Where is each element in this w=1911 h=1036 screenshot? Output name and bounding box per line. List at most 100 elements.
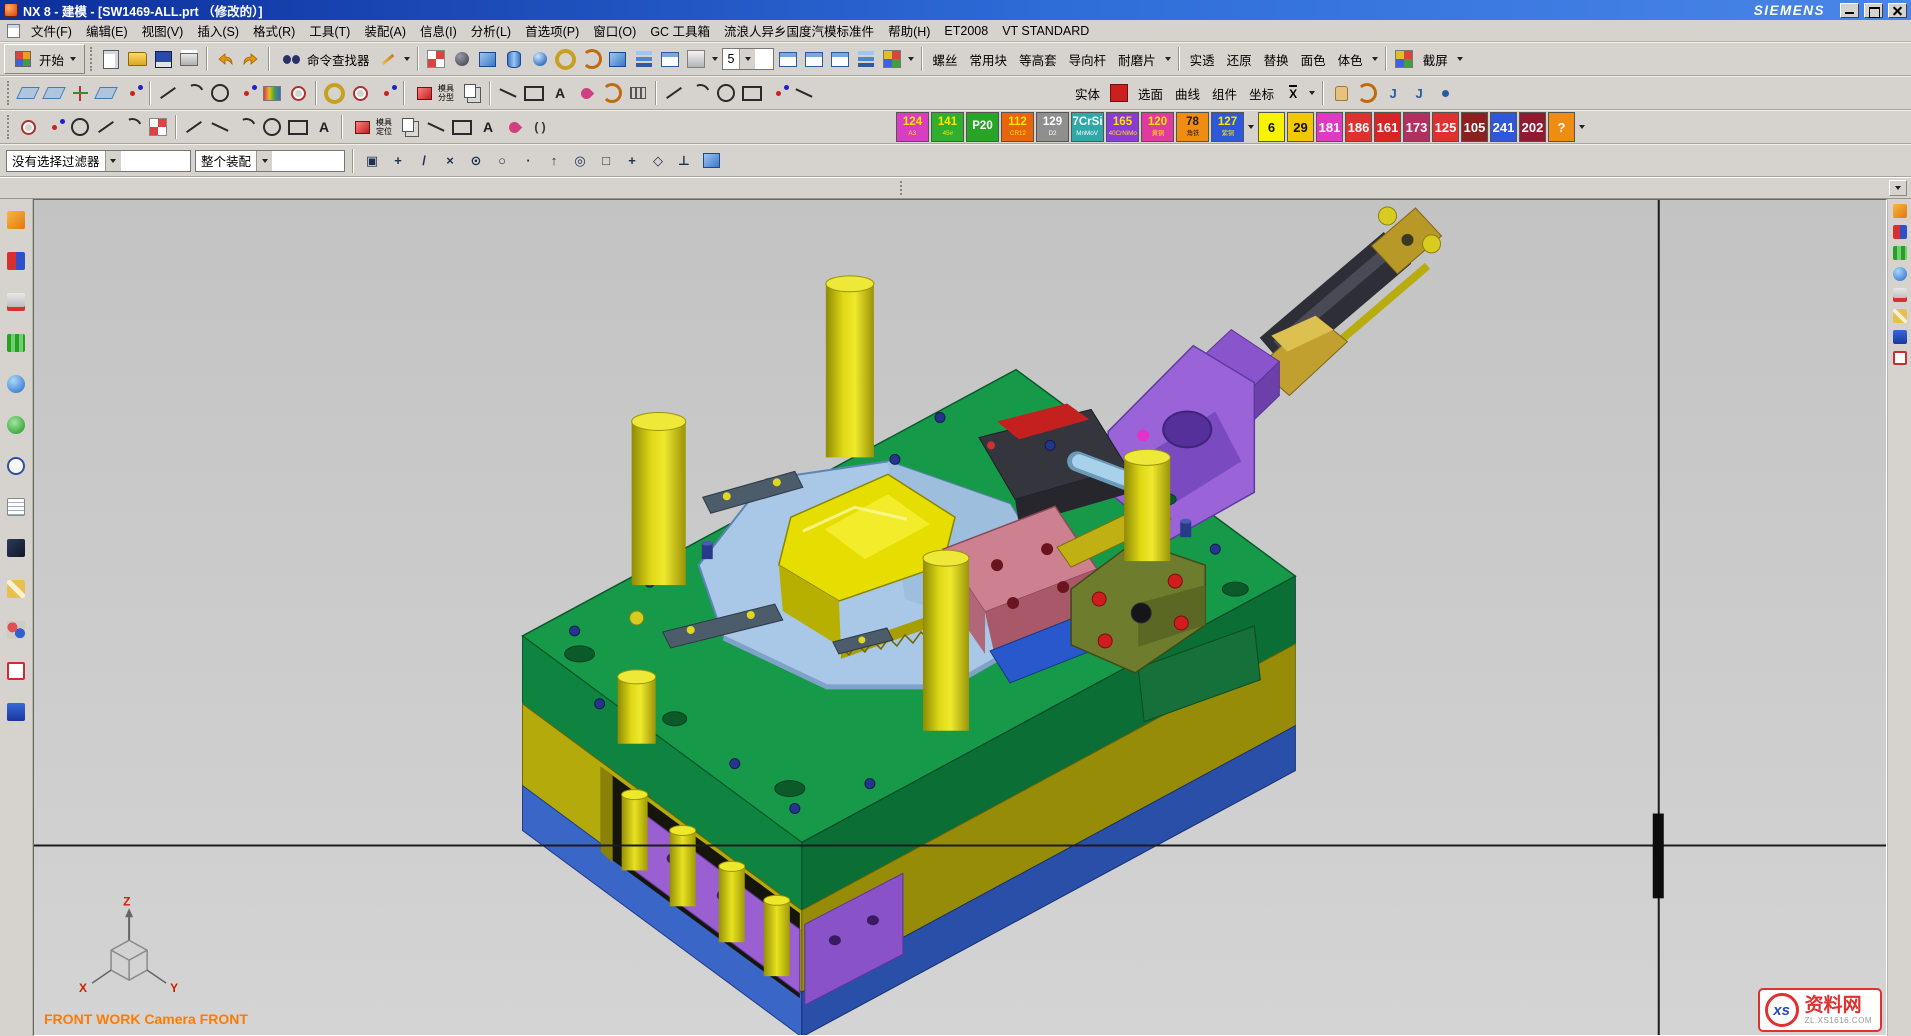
journal-edit-button[interactable]	[1407, 81, 1431, 105]
hd3d-tools-button[interactable]	[3, 369, 30, 399]
right-dock-assembly-icon[interactable]	[1893, 204, 1907, 218]
menu-item-file[interactable]: 文件(F)	[24, 19, 79, 42]
color-number-button-105[interactable]: 105	[1461, 112, 1488, 142]
chevron-down-icon[interactable]	[1579, 125, 1585, 129]
copy-object-button[interactable]	[398, 115, 422, 139]
menu-item-edit[interactable]: 编辑(E)	[79, 19, 135, 42]
color-number-button-125[interactable]: 125	[1432, 112, 1459, 142]
menu-item-analysis[interactable]: 分析(L)	[464, 19, 518, 42]
combo-dropdown-button[interactable]	[739, 49, 755, 69]
red-color-tile-button[interactable]	[1107, 81, 1131, 105]
assembly-navigator-button[interactable]	[3, 205, 30, 235]
viewport-3d-canvas[interactable]: Z X Y FRONT WORK Camera FRONT	[34, 200, 1886, 1035]
pattern-button[interactable]	[766, 81, 790, 105]
mold-parting-button[interactable]: 模具分型	[410, 80, 458, 106]
view-style-button[interactable]	[684, 47, 708, 71]
snap-existing-point-button[interactable]	[517, 150, 539, 172]
std-wear-plate-button[interactable]: 耐磨片	[1113, 47, 1161, 72]
color-number-button-6[interactable]: 6	[1258, 112, 1285, 142]
rectangle-tool-button[interactable]	[522, 81, 546, 105]
snap-face-button[interactable]	[595, 150, 617, 172]
chevron-down-icon[interactable]	[1248, 125, 1254, 129]
point-set-button[interactable]	[234, 81, 258, 105]
block-feature-button[interactable]	[476, 47, 500, 71]
menu-item-standard-parts[interactable]: 流浪人异乡国度汽模标准件	[717, 19, 881, 42]
point-button[interactable]	[120, 81, 144, 105]
display-grid-button[interactable]	[424, 47, 448, 71]
material-color-button-127[interactable]: 127紫铜	[1211, 112, 1244, 142]
grid-snap-button[interactable]	[146, 115, 170, 139]
curve-button[interactable]	[1355, 81, 1379, 105]
screenshot-button[interactable]: 截屏	[1418, 47, 1453, 72]
constraint-navigator-button[interactable]	[3, 246, 30, 276]
save-button[interactable]	[151, 47, 175, 71]
menu-item-insert[interactable]: 插入(S)	[190, 19, 246, 42]
combo-dropdown-button[interactable]	[105, 151, 121, 171]
chevron-down-icon[interactable]	[908, 57, 914, 61]
parentheses-button[interactable]	[528, 115, 552, 139]
snap-arc-center-button[interactable]	[465, 150, 487, 172]
right-dock-templates-icon[interactable]	[1893, 330, 1907, 344]
select-face-button[interactable]: 选面	[1133, 81, 1168, 106]
system-scenes-button[interactable]	[3, 615, 30, 645]
window-tile-button[interactable]	[802, 47, 826, 71]
select-curve-button[interactable]: 曲线	[1170, 81, 1205, 106]
chevron-down-icon[interactable]	[712, 57, 718, 61]
selection-scope-icon[interactable]	[699, 149, 723, 173]
datum-plane-button[interactable]	[16, 81, 40, 105]
color-palette-button[interactable]	[880, 47, 904, 71]
solid-select-button[interactable]: 实体	[1070, 81, 1105, 106]
combo-dropdown-button[interactable]	[256, 151, 272, 171]
body-color-button[interactable]: 体色	[1333, 47, 1368, 72]
right-dock-library-icon[interactable]	[1893, 246, 1907, 260]
fillet-button[interactable]	[688, 81, 712, 105]
pocket-button[interactable]	[740, 81, 764, 105]
restore-button[interactable]	[1864, 3, 1883, 18]
shaded-view-button[interactable]	[450, 47, 474, 71]
revolve-feature-button[interactable]	[580, 47, 604, 71]
dock-options-button[interactable]	[1889, 180, 1907, 196]
reuse-library-button[interactable]	[3, 328, 30, 358]
annotation-button[interactable]	[312, 115, 336, 139]
snap-midpoint-button[interactable]	[413, 150, 435, 172]
menu-item-information[interactable]: 信息(I)	[413, 19, 464, 42]
selection-scope-combo[interactable]: 整个装配	[195, 150, 345, 172]
color-number-button-173[interactable]: 173	[1403, 112, 1430, 142]
cylinder-feature-button[interactable]	[502, 47, 526, 71]
menu-item-view[interactable]: 视图(V)	[135, 19, 191, 42]
open-file-button[interactable]	[125, 47, 149, 71]
color-spectrum-button[interactable]	[260, 81, 284, 105]
materials-button[interactable]	[3, 656, 30, 686]
window-split-button[interactable]	[828, 47, 852, 71]
display-translucent-button[interactable]: 实透	[1185, 47, 1220, 72]
trim-button[interactable]	[792, 81, 816, 105]
manufacturing-wizard-button[interactable]	[3, 533, 30, 563]
display-replace-button[interactable]: 替换	[1259, 47, 1294, 72]
command-finder-button[interactable]: 命令查找器	[275, 45, 374, 73]
face-color-button[interactable]: 面色	[1296, 47, 1331, 72]
thread-button[interactable]	[714, 81, 738, 105]
move-object-button[interactable]	[1329, 81, 1353, 105]
menu-item-et2008[interactable]: ET2008	[937, 22, 995, 40]
dock-grip[interactable]	[900, 181, 904, 195]
undo-button[interactable]	[213, 47, 237, 71]
snap-endpoint-button[interactable]	[387, 150, 409, 172]
web-browser-button[interactable]	[3, 410, 30, 440]
arc-tool-button[interactable]	[234, 115, 258, 139]
right-dock-part-icon[interactable]	[1893, 288, 1907, 302]
circle-button[interactable]	[208, 81, 232, 105]
right-dock-constraint-icon[interactable]	[1893, 225, 1907, 239]
material-color-button-45[interactable]: 14145#	[931, 112, 964, 142]
snap-normal-button[interactable]	[673, 150, 695, 172]
window-cascade-button[interactable]	[776, 47, 800, 71]
start-button[interactable]: 开始	[4, 44, 85, 74]
layer-settings-button[interactable]	[632, 47, 656, 71]
sketch-shape-button[interactable]	[502, 115, 526, 139]
right-dock-web-icon[interactable]	[1893, 267, 1907, 281]
color-number-button-202[interactable]: 202	[1519, 112, 1546, 142]
chevron-down-icon[interactable]	[404, 57, 410, 61]
snap-bounded-button[interactable]	[569, 150, 591, 172]
point-display-button[interactable]	[1433, 81, 1457, 105]
redo-button[interactable]	[239, 47, 263, 71]
color-number-button-unknown[interactable]: ?	[1548, 112, 1575, 142]
